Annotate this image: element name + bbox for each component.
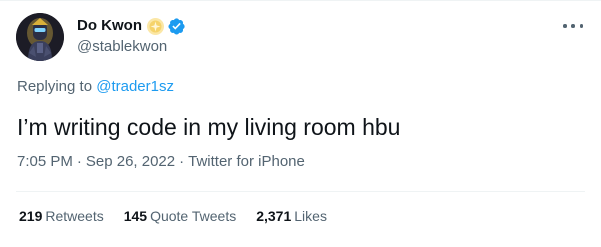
reply-prefix: Replying to xyxy=(17,78,97,95)
reply-mention-link[interactable]: @trader1sz xyxy=(96,78,174,95)
meta-separator: · xyxy=(76,153,82,170)
quote-tweets-count: 145 xyxy=(123,208,148,224)
moon-badge-icon xyxy=(146,17,165,36)
user-handle[interactable]: @stablekwon xyxy=(77,37,541,57)
display-name[interactable]: Do Kwon xyxy=(77,16,142,36)
quote-tweets-stat[interactable]: 145 Quote Tweets xyxy=(124,206,237,226)
more-horizontal-icon xyxy=(579,24,583,28)
likes-count: 2,371 xyxy=(256,208,292,224)
tweet-metadata: 7:05 PM · Sep 26, 2022 · Twitter for iPhone xyxy=(17,152,305,172)
retweets-label: Retweets xyxy=(45,208,104,224)
more-horizontal-icon xyxy=(563,24,567,28)
stats-divider xyxy=(16,191,585,192)
verified-badge-icon xyxy=(167,17,186,36)
likes-stat[interactable]: 2,371 Likes xyxy=(256,206,327,226)
top-divider xyxy=(0,0,601,1)
engagement-stats: 219 Retweets 145 Quote Tweets 2,371 Likes xyxy=(19,206,347,226)
name-row: Do Kwon xyxy=(77,16,541,36)
tweet-text: I’m writing code in my living room hbu xyxy=(17,114,401,140)
tweet-header: Do Kwon @stablekwon xyxy=(77,16,541,57)
meta-separator: · xyxy=(179,153,185,170)
avatar[interactable] xyxy=(16,13,64,61)
more-horizontal-icon xyxy=(571,24,575,28)
tweet-time-link[interactable]: 7:05 PM xyxy=(17,153,73,170)
retweets-count: 219 xyxy=(19,208,43,224)
tweet-date-link[interactable]: Sep 26, 2022 xyxy=(86,153,175,170)
reply-context: Replying to @trader1sz xyxy=(17,77,174,97)
avatar-image-icon xyxy=(16,13,64,61)
tweet-detail: Do Kwon @stablekwon Replying to @trader1… xyxy=(0,0,601,247)
likes-label: Likes xyxy=(294,208,327,224)
more-options-button[interactable] xyxy=(563,20,583,32)
tweet-source-link[interactable]: Twitter for iPhone xyxy=(188,153,305,170)
retweets-stat[interactable]: 219 Retweets xyxy=(19,206,104,226)
quote-tweets-label: Quote Tweets xyxy=(150,208,237,224)
